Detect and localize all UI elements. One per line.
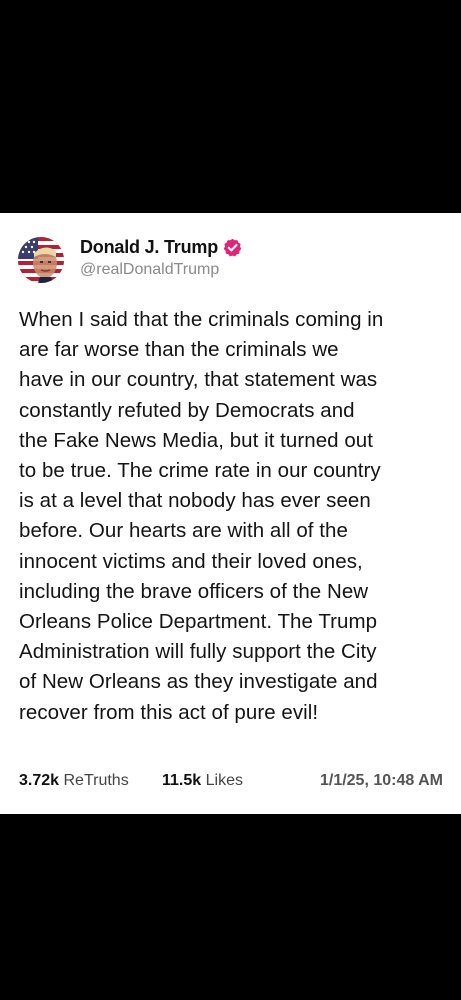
post-line: to be true. The crime rate in our countr… bbox=[19, 459, 381, 483]
post-line: of New Orleans as they investigate and bbox=[19, 670, 378, 694]
post-line: When I said that the criminals coming in bbox=[19, 308, 384, 331]
post-line: including the brave officers of the New bbox=[19, 579, 369, 603]
post-line: innocent victims and their loved ones, bbox=[19, 549, 363, 573]
retruths-stat[interactable]: 3.72k ReTruths bbox=[19, 772, 129, 790]
post-line: Administration will fully support the Ci… bbox=[19, 640, 377, 664]
retruths-count: 3.72k bbox=[19, 772, 60, 789]
retruths-label: ReTruths bbox=[63, 772, 129, 789]
post-card[interactable]: Donald J. Trump @realDonaldTrump When I … bbox=[0, 213, 461, 814]
post-line: Orleans Police Department. The Trump bbox=[19, 610, 378, 634]
post-line: are far worse than the criminals we bbox=[19, 338, 339, 362]
post-line: before. Our hearts are with all of the bbox=[19, 519, 348, 543]
author-display-name[interactable]: Donald J. Trump bbox=[80, 237, 218, 258]
post-timestamp[interactable]: 1/1/25, 10:48 AM bbox=[320, 772, 443, 790]
likes-stat[interactable]: 11.5k Likes bbox=[162, 772, 243, 790]
post-line: is at a level that nobody has ever seen bbox=[19, 489, 371, 513]
avatar[interactable] bbox=[18, 237, 64, 283]
screen: Donald J. Trump @realDonaldTrump When I … bbox=[0, 0, 461, 1000]
likes-label: Likes bbox=[205, 772, 243, 789]
post-line: recover from this act of pure evil! bbox=[19, 700, 319, 724]
likes-count: 11.5k bbox=[162, 772, 202, 789]
post-body-text: When I said that the criminals coming in… bbox=[19, 305, 447, 728]
author-name-row[interactable]: Donald J. Trump bbox=[80, 235, 242, 259]
verified-badge-icon bbox=[223, 238, 242, 256]
post-line: the Fake News Media, but it turned out bbox=[19, 428, 374, 452]
post-line: constantly refuted by Democrats and bbox=[19, 398, 355, 422]
post-stats-row: 3.72k ReTruths 11.5k Likes 1/1/25, 10:48… bbox=[19, 772, 443, 794]
author-handle[interactable]: @realDonaldTrump bbox=[80, 261, 219, 279]
avatar-flag-icon bbox=[18, 237, 64, 283]
post-line: have in our country, that statement was bbox=[19, 368, 378, 392]
